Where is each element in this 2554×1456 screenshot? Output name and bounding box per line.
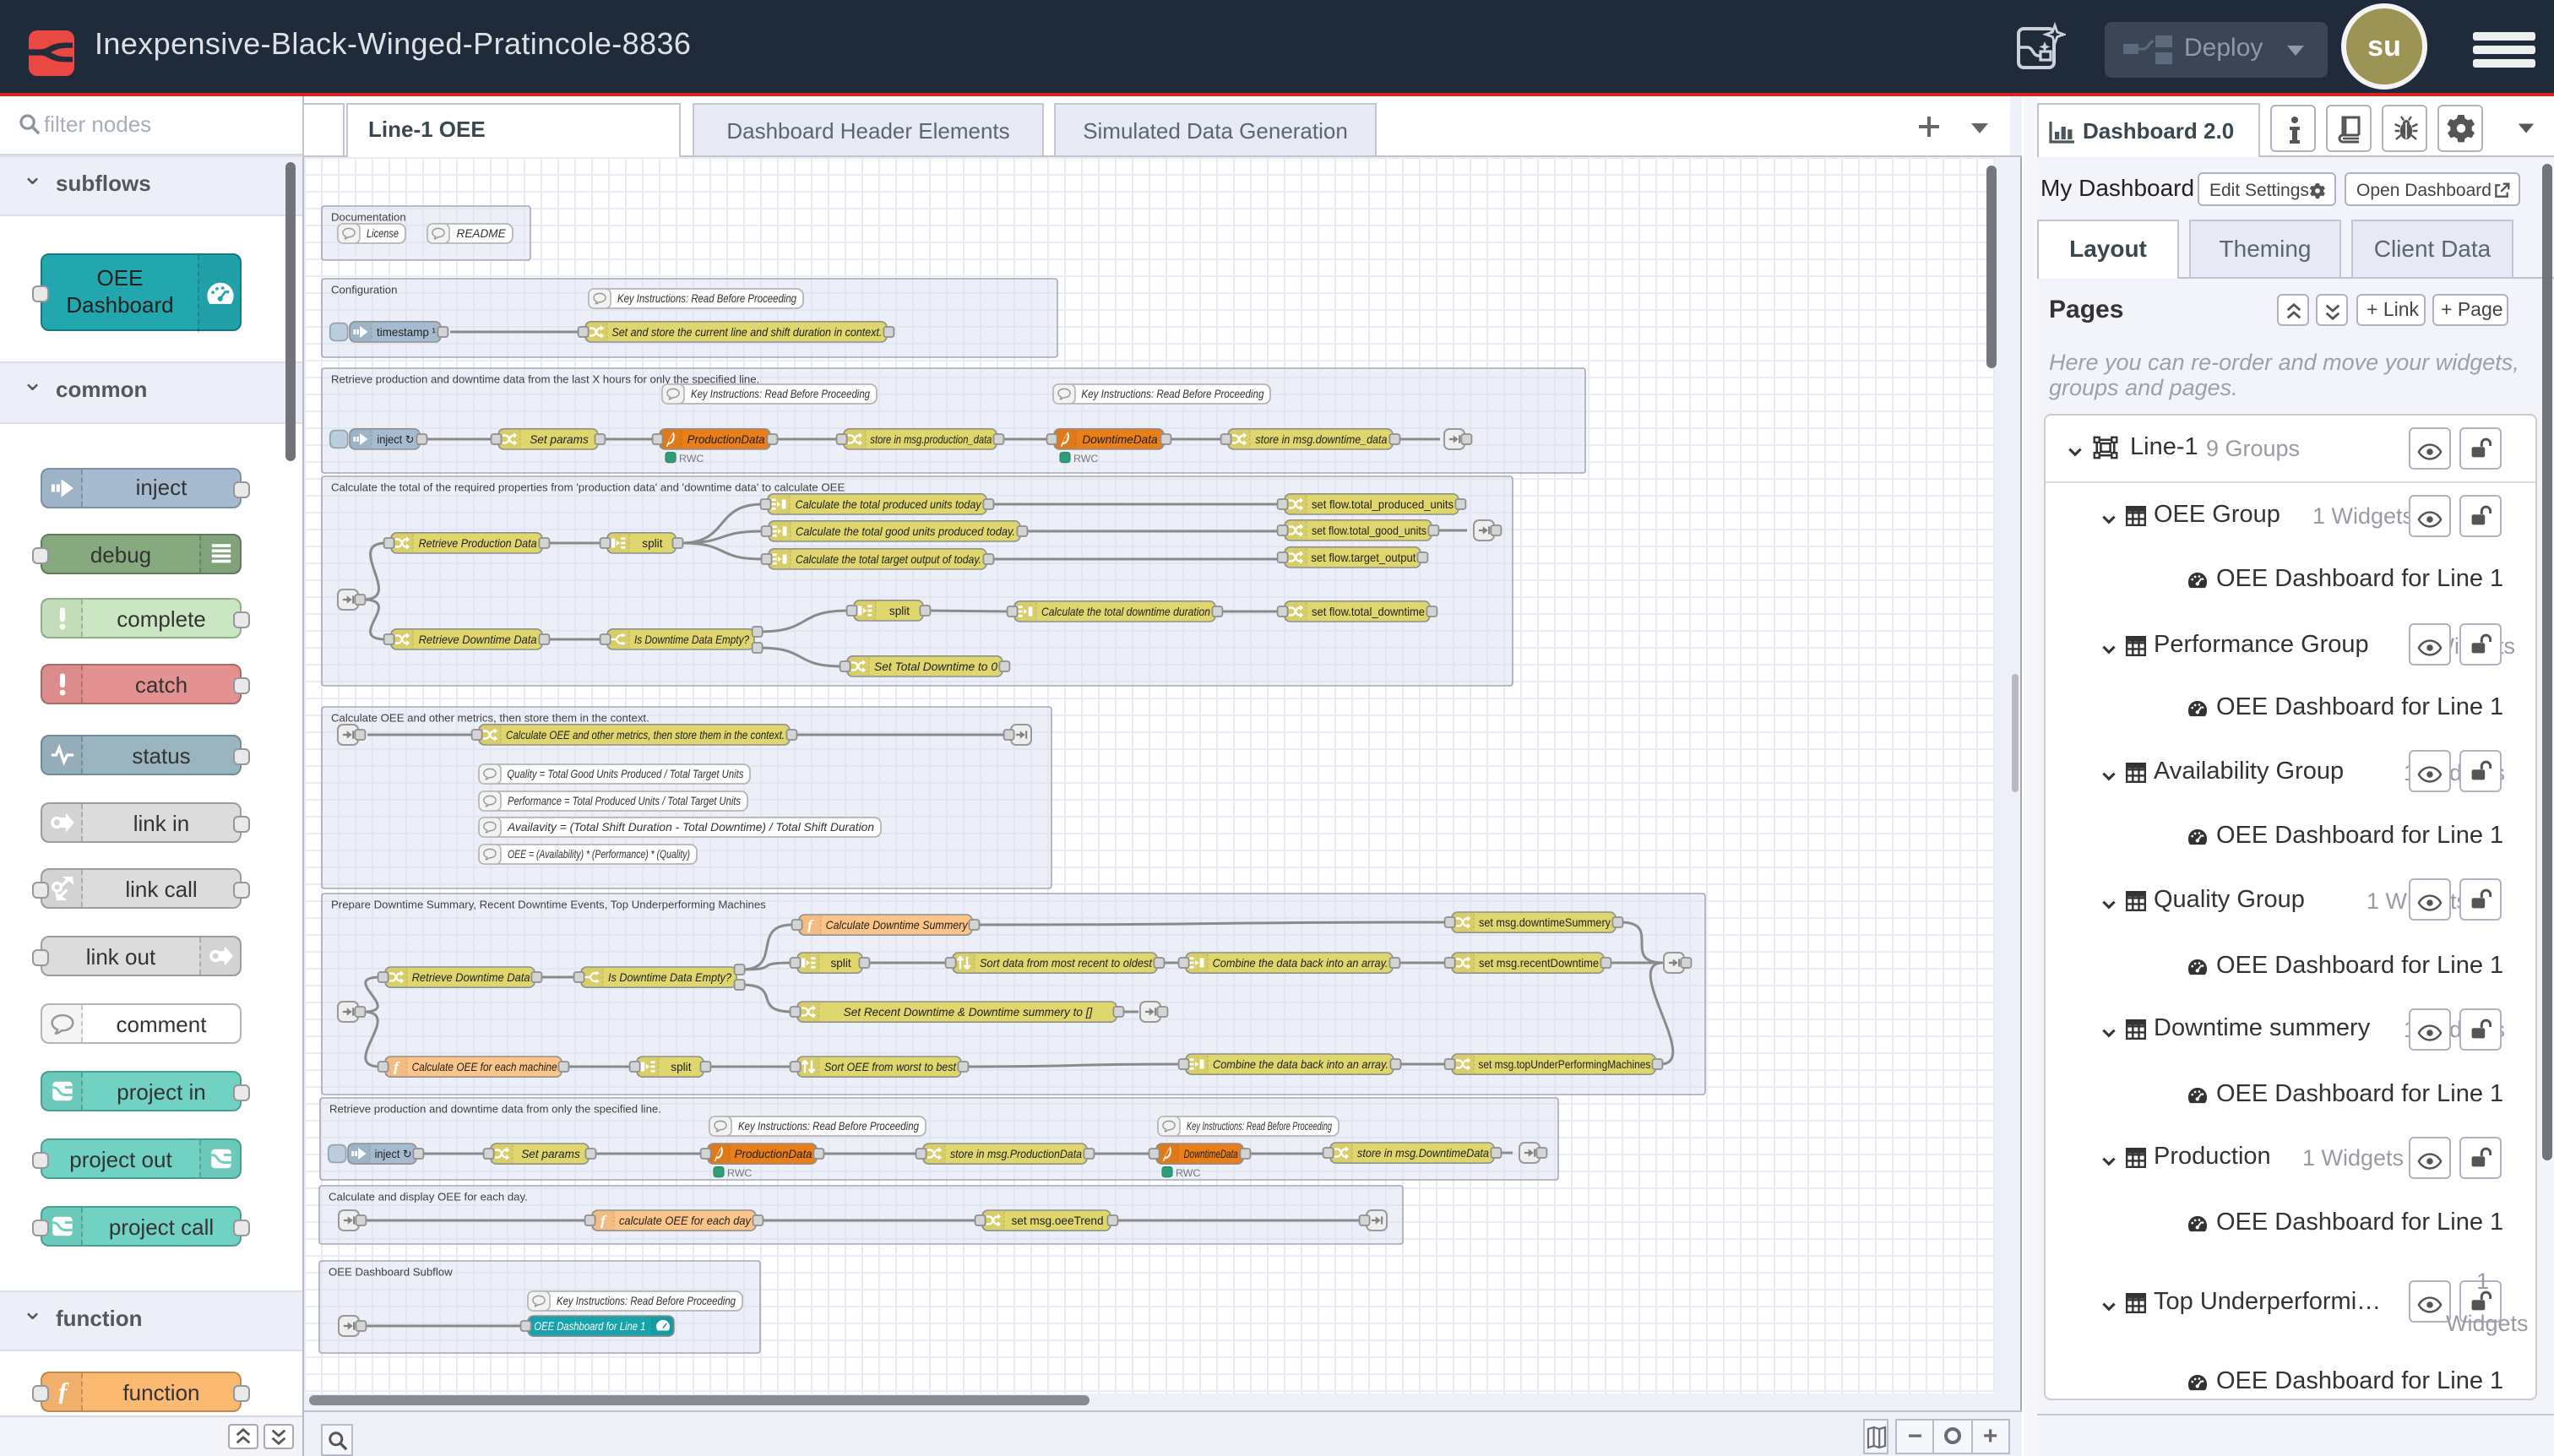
svg-text:Key Instructions: Read Before: Key Instructions: Read Before Proceeding — [691, 388, 870, 400]
svg-text:Retrieve Downtime Data: Retrieve Downtime Data — [419, 633, 537, 646]
svg-text:Key Instructions: Read Before: Key Instructions: Read Before Proceeding — [557, 1295, 736, 1307]
svg-text:Set Recent Downtime & Downtime: Set Recent Downtime & Downtime summery t… — [844, 1006, 1094, 1019]
svg-text:set msg.downtimeSummery: set msg.downtimeSummery — [1479, 916, 1611, 929]
svg-text:License: License — [367, 227, 399, 240]
svg-text:Key Instructions: Read Before: Key Instructions: Read Before Proceeding — [1187, 1120, 1332, 1133]
svg-text:DowntimeData: DowntimeData — [1184, 1148, 1238, 1160]
svg-text:Calculate OEE and other metric: Calculate OEE and other metrics, then st… — [506, 729, 785, 742]
svg-text:Performance = Total Produced U: Performance = Total Produced Units / Tot… — [508, 795, 741, 807]
svg-text:set msg.recentDowntime: set msg.recentDowntime — [1479, 957, 1599, 970]
svg-text:set msg.oeeTrend: set msg.oeeTrend — [1011, 1214, 1103, 1227]
svg-text:set flow.target_output: set flow.target_output — [1311, 551, 1416, 564]
svg-text:Set params: Set params — [530, 433, 589, 446]
svg-text:store in msg.downtime_data: store in msg.downtime_data — [1255, 433, 1387, 446]
svg-text:Combine the data back into an: Combine the data back into an array. — [1213, 1058, 1388, 1071]
svg-text:Key Instructions: Read Before: Key Instructions: Read Before Proceeding — [738, 1120, 919, 1133]
svg-text:RWC: RWC — [1073, 453, 1098, 465]
svg-text:Sort data from most recent to: Sort data from most recent to oldest — [980, 957, 1153, 970]
svg-text:set msg.topUnderPerformingMach: set msg.topUnderPerformingMachines — [1478, 1058, 1650, 1071]
svg-text:split: split — [889, 605, 910, 617]
svg-text:ProductionData: ProductionData — [687, 433, 765, 446]
svg-text:store in msg.ProductionData: store in msg.ProductionData — [950, 1148, 1082, 1160]
svg-text:store in msg.DowntimeData: store in msg.DowntimeData — [1357, 1147, 1489, 1160]
svg-text:Set params: Set params — [521, 1148, 580, 1160]
svg-text:Configuration: Configuration — [331, 284, 397, 296]
svg-text:split: split — [671, 1061, 691, 1073]
svg-text:Quality = Total Good Units Pr: Quality = Total Good Units Produced / To… — [507, 768, 743, 780]
svg-text:Calculate and display OEE for: Calculate and display OEE for each day. — [329, 1191, 528, 1203]
svg-text:ProductionData: ProductionData — [735, 1148, 812, 1160]
svg-text:OEE Dashboard for Line 1: OEE Dashboard for Line 1 — [534, 1320, 645, 1333]
svg-text:RWC: RWC — [727, 1167, 752, 1179]
svg-text:Retrieve Production Data: Retrieve Production Data — [419, 537, 537, 550]
svg-text:DowntimeData: DowntimeData — [1082, 433, 1158, 446]
svg-text:Set Total Downtime to 0: Set Total Downtime to 0 — [874, 660, 997, 673]
svg-text:Calculate OEE and other metric: Calculate OEE and other metrics, then st… — [331, 712, 649, 725]
svg-text:set flow.total_downtime: set flow.total_downtime — [1312, 606, 1425, 618]
svg-text:Retrieve production and downti: Retrieve production and downtime data fr… — [329, 1103, 661, 1116]
svg-text:split: split — [831, 957, 851, 970]
svg-text:Availavity = (Total Shift Dura: Availavity = (Total Shift Duration - Tot… — [507, 821, 874, 834]
svg-text:Calculate the total good units: Calculate the total good units produced … — [796, 525, 1015, 538]
svg-text:Sort OEE from worst to best: Sort OEE from worst to best — [824, 1061, 957, 1073]
svg-text:Key Instructions: Read Before: Key Instructions: Read Before Proceeding — [617, 292, 796, 305]
svg-text:Calculate the total produced u: Calculate the total produced units today — [796, 498, 982, 511]
svg-text:OEE = (Availability) * (Perfor: OEE = (Availability) * (Performance) * (… — [508, 848, 690, 861]
svg-text:inject ↻: inject ↻ — [377, 433, 414, 446]
svg-text:Calculate Downtime Summery: Calculate Downtime Summery — [826, 919, 969, 932]
svg-text:inject ↻: inject ↻ — [375, 1148, 412, 1160]
svg-text:Retrieve Downtime Data: Retrieve Downtime Data — [412, 971, 530, 984]
svg-text:Calculate the total downtime d: Calculate the total downtime duration — [1041, 606, 1210, 618]
svg-text:Calculate OEE for each machine: Calculate OEE for each machine — [412, 1061, 557, 1073]
svg-text:RWC: RWC — [679, 453, 704, 465]
svg-text:Set and store the current line: Set and store the current line and shift… — [611, 326, 882, 339]
svg-text:set flow.total_good_units: set flow.total_good_units — [1312, 524, 1426, 537]
svg-text:Is Downtime Data Empty?: Is Downtime Data Empty? — [608, 971, 731, 984]
svg-text:split: split — [642, 537, 662, 550]
svg-text:Is Downtime Data Empty?: Is Downtime Data Empty? — [634, 633, 749, 646]
svg-text:README: README — [457, 227, 507, 240]
svg-text:OEE Dashboard Subflow: OEE Dashboard Subflow — [329, 1266, 453, 1279]
svg-text:calculate OEE for each day: calculate OEE for each day — [619, 1214, 752, 1227]
svg-text:Documentation: Documentation — [331, 211, 406, 224]
svg-text:Key Instructions: Read Before: Key Instructions: Read Before Proceeding — [1081, 388, 1263, 400]
svg-text:Combine the data back into an: Combine the data back into an array. — [1213, 957, 1388, 970]
svg-text:Calculate the total target out: Calculate the total target output of tod… — [796, 553, 981, 566]
svg-text:timestamp ¹: timestamp ¹ — [377, 326, 436, 339]
svg-text:Calculate the total of the req: Calculate the total of the required prop… — [331, 481, 845, 494]
svg-text:set flow.total_produced_units: set flow.total_produced_units — [1312, 498, 1454, 511]
svg-text:store in msg.production_data: store in msg.production_data — [870, 433, 992, 446]
svg-text:Prepare Downtime Summary, Rece: Prepare Downtime Summary, Recent Downtim… — [331, 899, 766, 911]
svg-text:RWC: RWC — [1176, 1167, 1200, 1179]
